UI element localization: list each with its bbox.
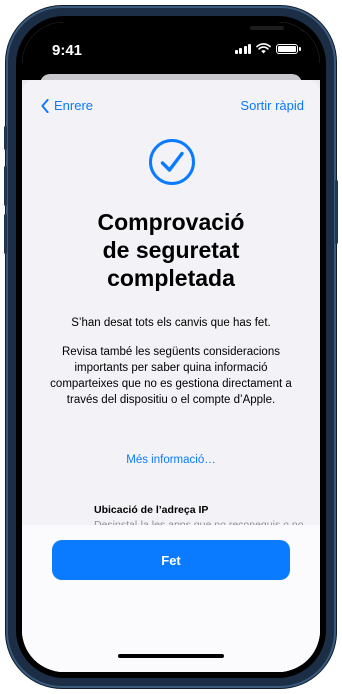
back-label: Enrere xyxy=(54,98,94,113)
speaker xyxy=(250,26,284,30)
screen: 9:41 Enrere Sortir ràpid Comprovació de … xyxy=(22,22,320,672)
back-button[interactable]: Enrere xyxy=(40,98,93,113)
volume-down-button xyxy=(4,214,7,254)
signal-icon xyxy=(234,43,251,54)
done-button[interactable]: Fet xyxy=(52,540,290,580)
home-indicator[interactable] xyxy=(118,654,224,658)
title-line-2: de seguretat xyxy=(102,237,240,263)
quick-exit-button[interactable]: Sortir ràpid xyxy=(240,98,304,113)
volume-up-button xyxy=(4,166,7,206)
nav-bar: Enrere Sortir ràpid xyxy=(22,80,320,124)
more-info-link[interactable]: Més informació… xyxy=(38,454,304,466)
review-message: Revisa també les següents consideracions… xyxy=(50,346,292,406)
status-icons xyxy=(234,43,301,54)
chevron-left-icon xyxy=(41,98,49,113)
title-line-3: completada xyxy=(107,265,235,291)
camera xyxy=(300,23,309,32)
notch xyxy=(108,22,309,54)
status-time: 9:41 xyxy=(52,42,83,59)
ip-item-title: Ubicació de l’adreça IP xyxy=(94,504,209,516)
checkmark-circle-icon xyxy=(149,139,195,185)
saved-message: S’han desat tots els canvis que has fet. xyxy=(71,317,271,329)
title-line-1: Comprovació xyxy=(97,209,245,235)
wifi-icon xyxy=(256,43,271,54)
volume-button xyxy=(4,126,7,150)
page-title: Comprovació de seguretat completada xyxy=(42,208,300,292)
battery-icon xyxy=(276,43,301,54)
status-bar: 9:41 xyxy=(22,22,320,80)
power-button xyxy=(335,180,338,244)
